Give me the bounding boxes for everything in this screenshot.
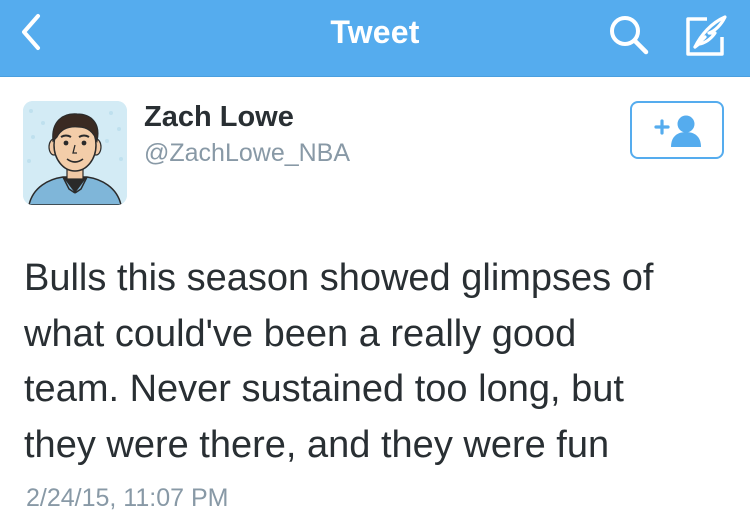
avatar-image xyxy=(23,101,127,205)
author-handle[interactable]: @ZachLowe_NBA xyxy=(144,139,350,168)
search-button[interactable] xyxy=(605,11,655,61)
compose-tweet-icon xyxy=(686,15,727,56)
tweet-detail-screen: Tweet Zach Lowe @ZachLowe_NBA Bulls this… xyxy=(0,0,750,522)
compose-tweet-button[interactable] xyxy=(681,11,731,61)
tweet-text: Bulls this season showed glimpses of wha… xyxy=(24,257,654,466)
author-name[interactable]: Zach Lowe xyxy=(144,101,294,134)
avatar[interactable] xyxy=(23,101,127,205)
add-user-icon xyxy=(654,115,701,147)
chevron-left-icon xyxy=(22,14,40,50)
tweet-timestamp: 2/24/15, 11:07 PM xyxy=(26,484,229,512)
follow-button[interactable] xyxy=(630,101,724,159)
navigation-bar: Tweet xyxy=(0,0,750,77)
search-icon xyxy=(610,16,649,55)
back-button[interactable] xyxy=(10,10,54,54)
